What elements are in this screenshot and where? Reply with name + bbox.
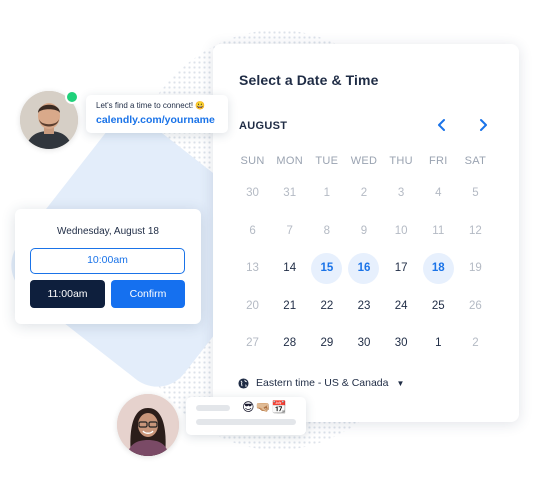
weekday-label: FRI [428,155,448,167]
invite-bubble: Let's find a time to connect! 😀 calendly… [86,95,228,133]
calendar-day: 26 [469,299,482,312]
calendar-day: 10 [394,224,408,237]
calendar-day: 9 [360,224,368,237]
calendar-day: 3 [397,187,405,200]
avatar [117,394,179,456]
calendar-day[interactable]: 28 [274,328,305,359]
month-label: AUGUST [239,120,288,132]
calendar-day: 27 [246,337,259,350]
timezone-selector[interactable]: Eastern time - US & Canada ▼ [238,377,404,389]
invite-message: Let's find a time to connect! 😀 [96,101,206,110]
available-date[interactable]: 15 [311,253,343,285]
calendar-day[interactable]: 1 [423,328,454,359]
reply-bubble: 😎🤜🏼📆 [186,397,306,435]
weekday-label: SUN [240,155,265,167]
available-date[interactable]: 18 [422,253,454,285]
calendar-day[interactable]: 23 [348,291,379,322]
calendar-card: Select a Date & Time AUGUST SUN MON TUE WED… [213,44,519,422]
chevron-left-icon[interactable] [433,116,451,134]
available-date[interactable]: 16 [348,253,380,285]
calendar-day[interactable]: 25 [423,291,454,322]
calendar-day[interactable]: 21 [274,291,305,322]
globe-icon [238,377,249,389]
calendar-day[interactable]: 30 [348,328,379,359]
calendar-day: 1 [323,187,331,200]
calendar-grid: SUN MON TUE WED THU FRI SAT 30 31 1 2 3 4 5 6 7 8 9 10 11 12… [234,153,494,363]
calendar-day: 31 [283,187,297,200]
calendar-day[interactable]: 22 [311,291,342,322]
weekday-label: THU [389,155,413,167]
timezone-label: Eastern time - US & Canada [256,377,389,389]
selected-time-button[interactable]: 11:00am [30,280,105,308]
calendar-day[interactable]: 29 [311,328,342,359]
weekday-label: WED [350,155,378,167]
emoji-reactions: 😎🤜🏼📆 [242,400,288,414]
calendar-day: 5 [472,187,479,200]
calendar-day[interactable]: 14 [274,253,305,284]
calendar-day: 6 [249,224,256,237]
calendar-day: 19 [469,262,482,275]
text-placeholder [196,405,230,411]
calendar-day[interactable]: 24 [386,291,417,322]
calendar-day: 20 [246,299,259,312]
confirm-button[interactable]: Confirm [111,280,185,308]
selected-date: Wednesday, August 18 [57,226,159,237]
time-option-button[interactable]: 10:00am [30,248,185,274]
calendar-day[interactable]: 17 [386,253,417,284]
scheduling-link[interactable]: calendly.com/yourname [96,114,215,126]
calendar-day: 2 [472,337,479,350]
weekday-label: SAT [464,155,487,167]
time-slot-card: Wednesday, August 18 10:00am 11:00am Con… [15,209,201,324]
calendar-title: Select a Date & Time [239,72,379,88]
chevron-right-icon[interactable] [474,116,492,134]
calendar-day[interactable]: 30 [386,328,417,359]
calendar-day: 2 [360,187,368,200]
calendar-day: 7 [286,224,293,237]
calendar-day: 11 [432,224,445,237]
calendar-day: 13 [246,262,259,275]
calendar-day: 4 [435,187,442,200]
weekday-label: MON [276,155,303,167]
caret-down-icon: ▼ [396,378,405,388]
text-placeholder [196,419,296,425]
online-status-indicator [65,90,79,104]
weekday-label: TUE [315,155,339,167]
calendar-day: 12 [469,224,482,237]
calendar-day: 30 [246,187,259,200]
calendar-day: 8 [323,224,331,237]
